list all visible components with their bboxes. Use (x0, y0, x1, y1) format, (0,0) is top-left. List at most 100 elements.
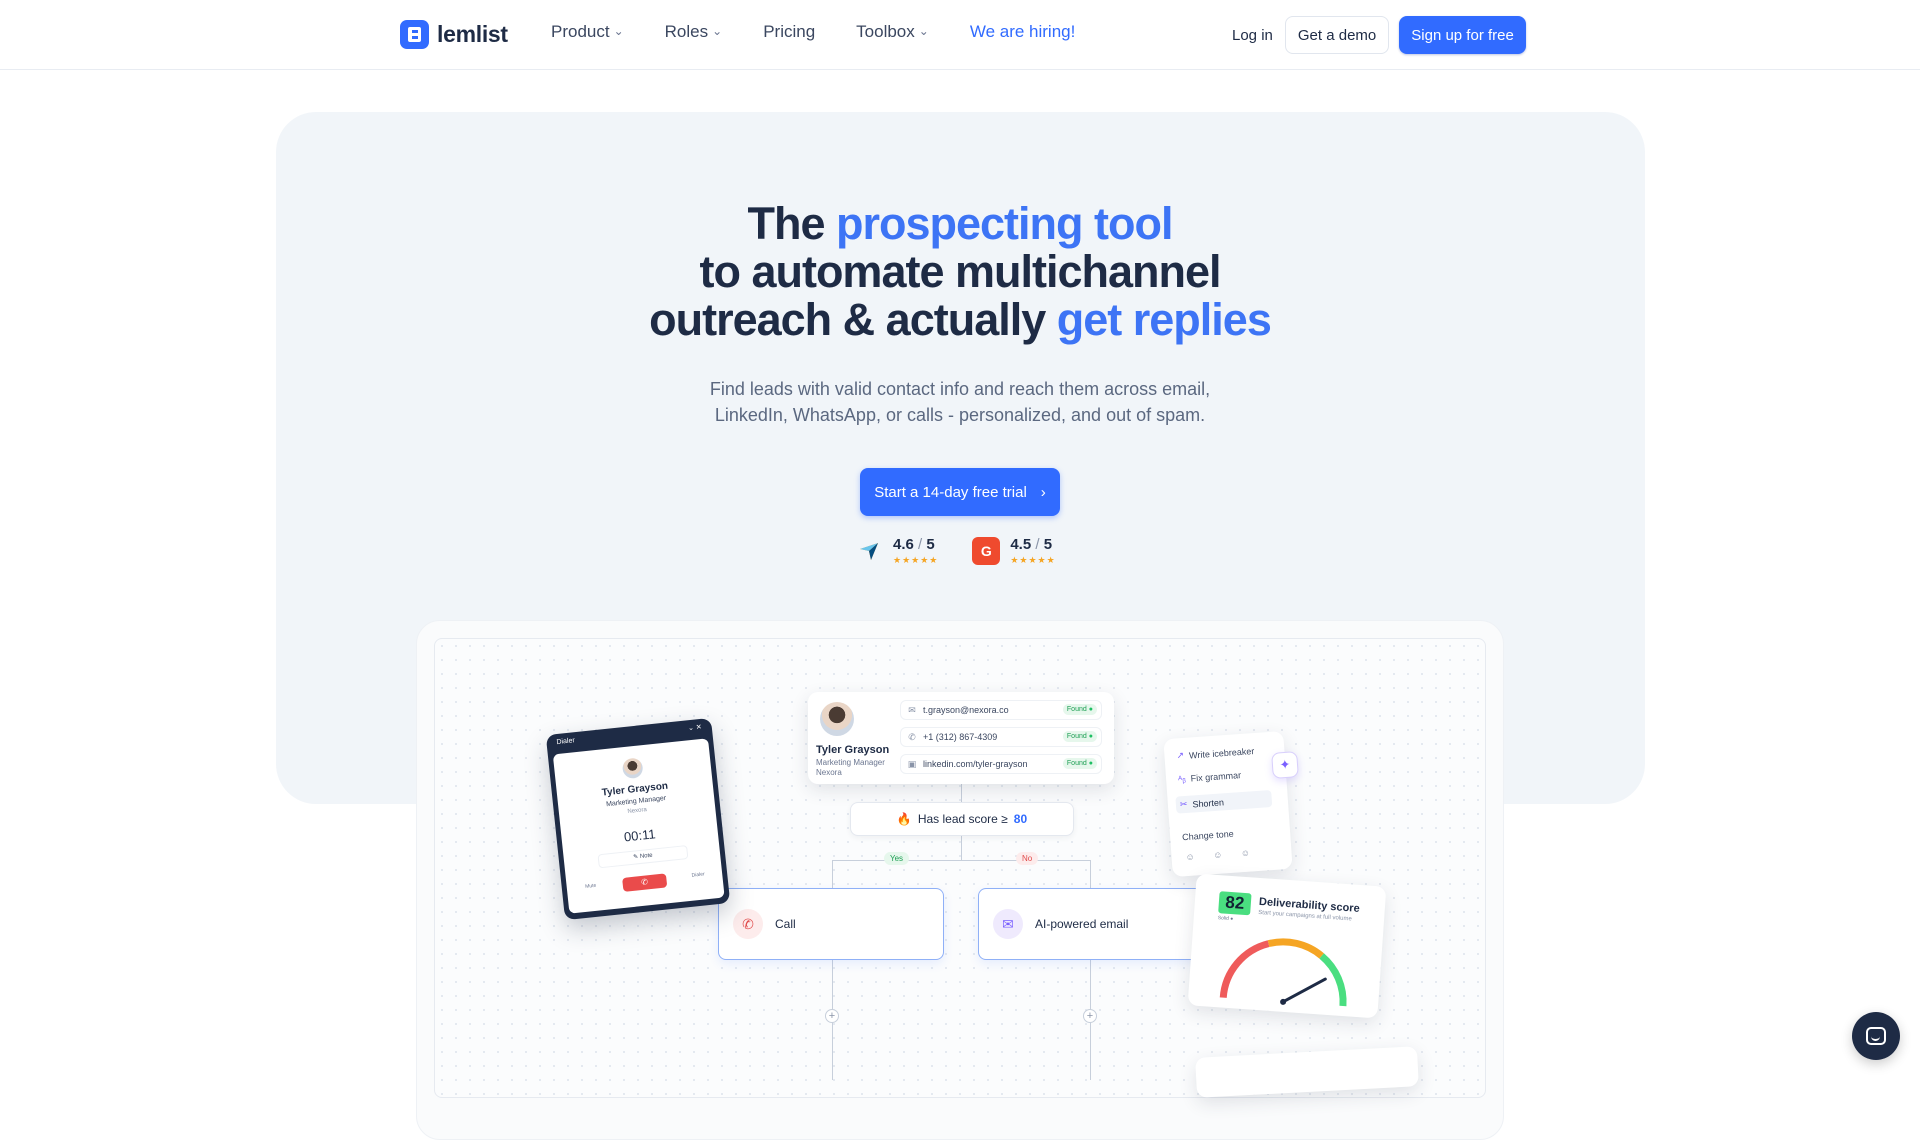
gauge-segment-1 (1267, 938, 1324, 959)
headline-text: to automate multichannel (699, 246, 1221, 297)
g2-rating[interactable]: G 4.5 / 5 ★★★★★ (972, 536, 1055, 566)
dialer-screen: Tyler Grayson Marketing Manager Nexora 0… (552, 738, 725, 914)
mute-button[interactable]: Mute (581, 882, 602, 890)
hero-subtitle: Find leads with valid contact info and r… (560, 376, 1360, 428)
note-button[interactable]: ✎ Note (597, 845, 689, 869)
nav-toolbox[interactable]: Toolbox ⌄ (856, 22, 929, 42)
chevron-down-icon: ⌄ (918, 24, 929, 38)
phone-icon: ✆ (908, 731, 916, 742)
start-trial-button[interactable]: Start a 14-day free trial › (860, 468, 1060, 516)
headline-accent: prospecting tool (836, 198, 1173, 249)
nav-pricing[interactable]: Pricing (763, 22, 815, 42)
chevron-down-icon: ⌄ (712, 24, 723, 38)
sparkle-icon[interactable]: ✦ (1271, 751, 1299, 779)
yes-branch-badge: Yes (884, 852, 910, 865)
phone-row: ✆ +1 (312) 867-4309 Found (900, 727, 1102, 747)
step-label: AI-powered email (1035, 917, 1129, 931)
lemlist-logo-icon (400, 20, 429, 49)
grammar-icon: ᴬᵦ (1177, 773, 1187, 785)
nav-hiring-label: We are hiring! (969, 22, 1076, 41)
chevron-right-icon: › (1040, 483, 1046, 501)
fix-grammar-option[interactable]: ᴬᵦ Fix grammar (1178, 770, 1242, 784)
lead-score-condition[interactable]: 🔥 Has lead score ≥ 80 (850, 802, 1074, 836)
rating-score: 4.5 / 5 (1010, 536, 1053, 553)
nav-toolbox-label: Toolbox (856, 22, 915, 41)
score-tag: Solid ● (1217, 915, 1234, 923)
deliverability-gauge (1219, 938, 1347, 1007)
connector-line (1090, 860, 1091, 888)
nav-roles-label: Roles (664, 22, 709, 41)
end-call-button[interactable]: ✆ (622, 873, 668, 892)
no-branch-badge: No (1016, 852, 1039, 865)
mail-icon: ✉ (908, 704, 916, 715)
step-label: Call (775, 917, 796, 931)
gauge-segment-0 (1219, 940, 1270, 999)
nav-product[interactable]: Product ⌄ (551, 22, 624, 42)
email-row: ✉ t.grayson@nexora.co Found (900, 700, 1102, 720)
chat-icon (1866, 1027, 1886, 1045)
fire-icon: 🔥 (896, 812, 912, 826)
add-step-button[interactable]: + (825, 1009, 839, 1023)
dialpad-button[interactable]: Dialer (688, 871, 709, 879)
deliverability-card: 82 Solid ● Deliverability score Start yo… (1187, 873, 1387, 1019)
call-timer: 00:11 (623, 826, 657, 845)
star-rating: ★★★★★ (893, 555, 939, 565)
headline-text: outreach & actually (649, 294, 1057, 345)
dialer-controls[interactable]: ⌄ ✕ (688, 723, 702, 732)
linkedin-icon: ▣ (907, 758, 917, 769)
mail-ai-icon: ✉ (993, 909, 1023, 939)
call-step[interactable]: ✆ Call (718, 888, 944, 960)
status-badge: Found (1062, 704, 1097, 715)
dialer-title: Dialer (556, 737, 576, 747)
gauge-needle (1281, 977, 1327, 1004)
connector-line (832, 860, 833, 888)
status-badge: Found (1062, 731, 1097, 742)
nav-pricing-label: Pricing (763, 22, 816, 41)
headline-accent: get replies (1056, 294, 1272, 345)
avatar (820, 702, 854, 736)
capterra-rating[interactable]: 4.6 / 5 ★★★★★ (855, 536, 938, 566)
lemlist-logo[interactable]: lemlist (400, 20, 508, 49)
ratings: 4.6 / 5 ★★★★★ G 4.5 / 5 ★★★★★ (855, 536, 1056, 566)
scissors-icon: ✂ (1179, 798, 1188, 810)
change-tone-option[interactable]: Change tone (1182, 829, 1234, 843)
condition-text: Has lead score ≥ (917, 812, 1008, 826)
condition-value: 80 (1013, 812, 1028, 826)
nav-product-label: Product (551, 22, 610, 41)
write-icebreaker-option[interactable]: ↗ Write icebreaker (1176, 745, 1254, 761)
chat-launcher-button[interactable] (1852, 1012, 1900, 1060)
status-badge: Found (1062, 758, 1097, 769)
avatar (621, 757, 644, 780)
lead-role: Marketing Manager Nexora (816, 758, 885, 777)
nav-hiring-link[interactable]: We are hiring! (970, 22, 1076, 42)
shorten-option[interactable]: ✂ Shorten (1175, 789, 1273, 814)
arrow-up-right-icon: ↗ (1176, 749, 1185, 761)
headline-text: The (747, 198, 836, 249)
lead-card[interactable]: Tyler Grayson Marketing Manager Nexora ✉ t… (808, 692, 1114, 784)
ai-writing-menu: ↗ Write icebreaker ᴬᵦ Fix grammar ✂ Shorten… (1163, 730, 1293, 878)
dialer-widget[interactable]: Dialer ⌄ ✕ Tyler Grayson Marketing Manag… (545, 717, 731, 921)
connector-line (961, 784, 962, 802)
nav-links: Product ⌄ Roles ⌄ Pricing Toolbox ⌄ We are … (551, 22, 1116, 42)
star-rating: ★★★★★ (1010, 555, 1056, 565)
signup-button[interactable]: Sign up for free (1399, 16, 1526, 54)
nav-actions: Log in Get a demo Sign up for free (1232, 16, 1526, 54)
rating-score: 4.6 / 5 (893, 536, 935, 553)
add-step-button[interactable]: + (1083, 1009, 1097, 1023)
top-navigation: lemlist Product ⌄ Roles ⌄ Pricing Toolbox ⌄… (0, 0, 1920, 70)
linkedin-row: ▣ linkedin.com/tyler-grayson Found (900, 754, 1102, 774)
nav-roles[interactable]: Roles ⌄ (665, 22, 723, 42)
phone-icon: ✆ (733, 909, 763, 939)
connector-line (961, 836, 962, 860)
ai-email-step[interactable]: ✉ AI-powered email (978, 888, 1204, 960)
chevron-down-icon: ⌄ (613, 24, 624, 38)
g2-icon: G (972, 537, 1001, 565)
tone-emoji-icons[interactable]: ☺ ☺ ☺ (1185, 847, 1258, 862)
login-link[interactable]: Log in (1232, 27, 1273, 44)
get-demo-button[interactable]: Get a demo (1284, 16, 1390, 54)
subtitle-line: LinkedIn, WhatsApp, or calls - personali… (714, 405, 1206, 425)
capterra-arrow-icon (855, 537, 883, 565)
subtitle-line: Find leads with valid contact info and r… (709, 379, 1211, 399)
logo-text: lemlist (437, 21, 508, 47)
deliverability-score: 82 (1218, 891, 1252, 916)
